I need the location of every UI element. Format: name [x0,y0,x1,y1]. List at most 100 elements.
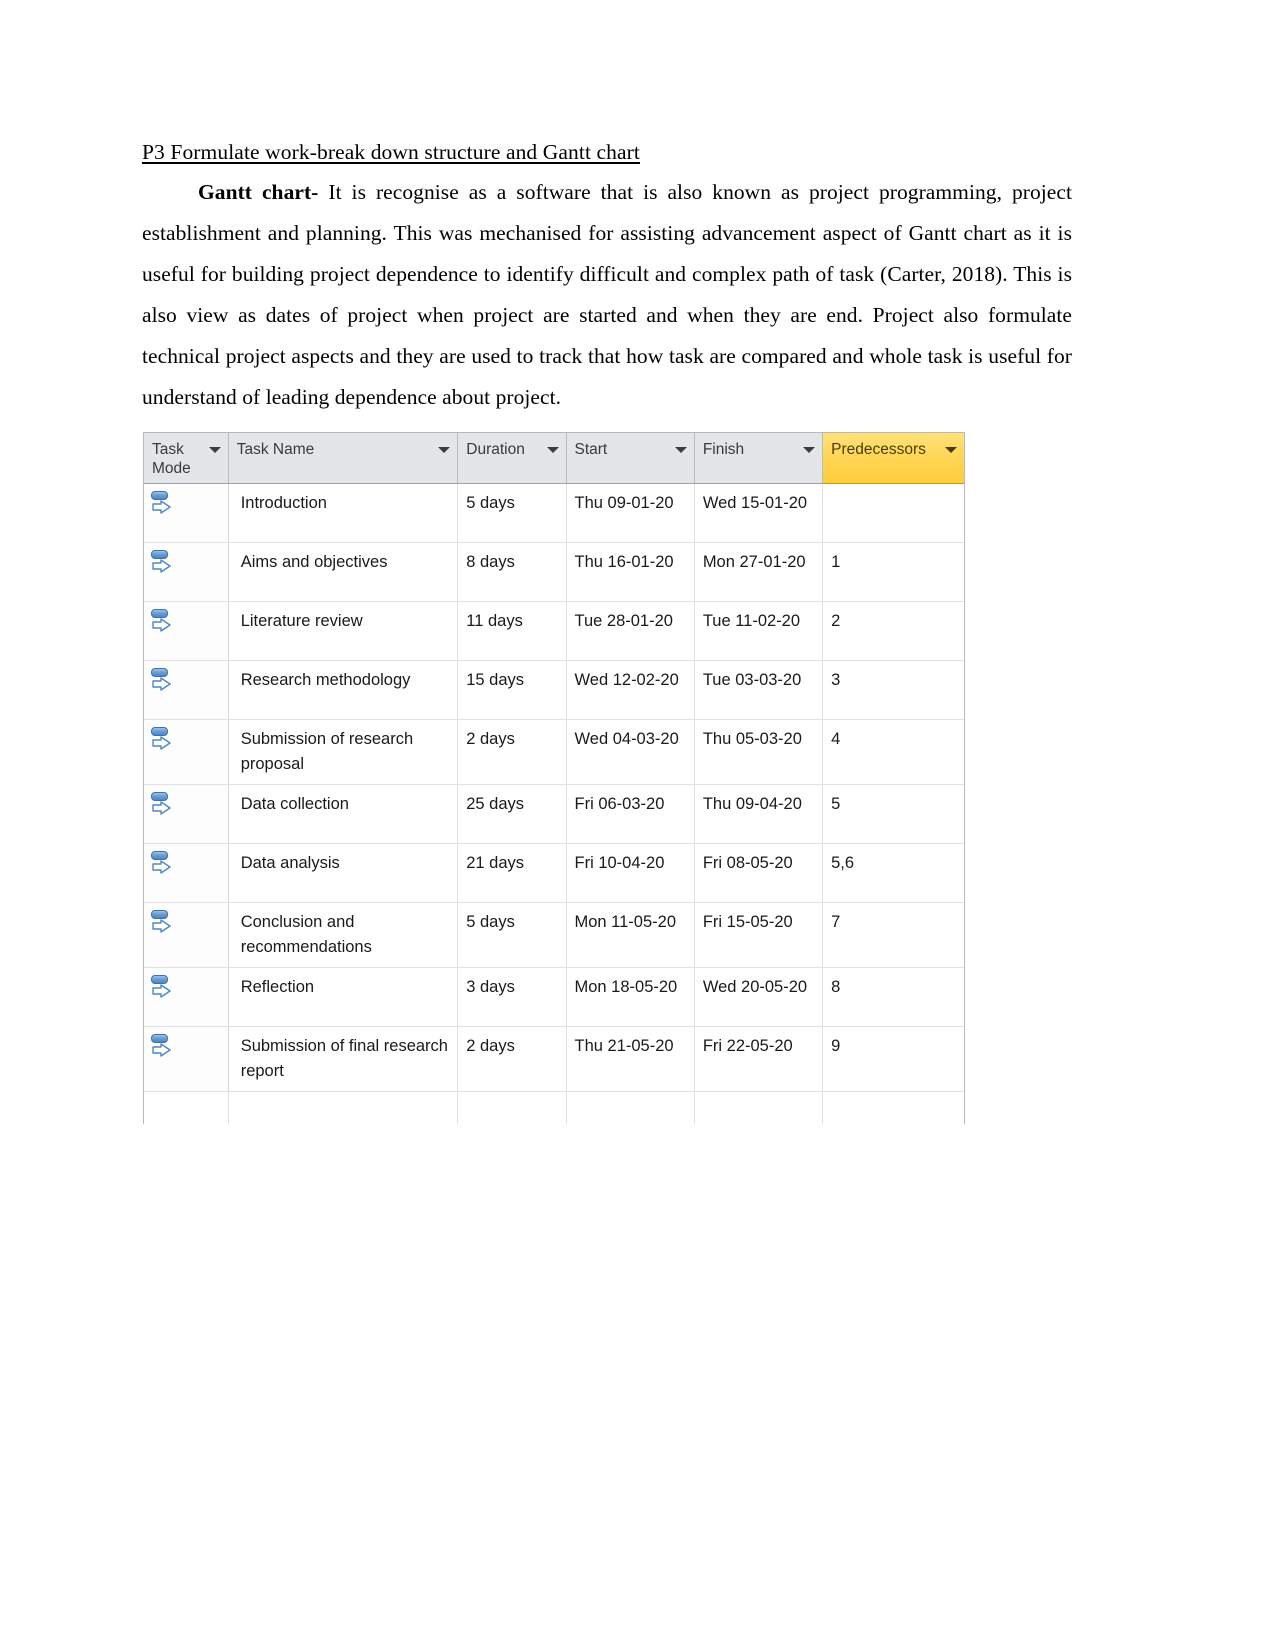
cell-predecessors[interactable]: 3 [822,660,964,720]
cell-finish[interactable]: Wed 15-01-20 [694,483,824,543]
cell-task-mode[interactable] [144,601,229,661]
cell-predecessors[interactable]: 4 [822,719,964,785]
cell-start[interactable]: Fri 10-04-20 [566,843,695,903]
cell-start[interactable]: Fri 06-03-20 [566,784,695,844]
cell-duration[interactable]: 21 days [457,843,567,903]
cell-duration[interactable]: 2 days [457,719,567,785]
cell-start[interactable]: Wed 04-03-20 [566,719,695,785]
auto-scheduled-icon[interactable] [150,490,176,518]
auto-scheduled-icon[interactable] [150,667,176,695]
cell-task-name[interactable]: Research methodology [228,660,459,720]
table-row[interactable]: Data collection 25 days Fri 06-03-20 Thu 09… [144,784,964,844]
cell-task-mode[interactable] [144,967,229,1027]
gantt-task-grid[interactable]: Task Mode Task Name Duration Start Finis… [143,432,965,1124]
column-header-task-mode[interactable]: Task Mode [144,433,229,484]
chevron-down-icon[interactable] [803,447,816,453]
cell-task-mode[interactable] [144,1026,229,1092]
auto-scheduled-icon[interactable] [150,608,176,636]
cell-finish[interactable]: Tue 11-02-20 [694,601,824,661]
cell-task-mode[interactable] [144,542,229,602]
cell-start[interactable]: Tue 28-01-20 [566,601,695,661]
table-row[interactable]: Data analysis 21 days Fri 10-04-20 Fri 08-0… [144,843,964,903]
cell-task-name[interactable]: Conclusion and recommendations [228,902,459,968]
column-header-start[interactable]: Start [566,433,695,484]
cell-task-name[interactable]: Data collection [228,784,459,844]
chevron-down-icon[interactable] [438,447,451,453]
cell-duration[interactable]: 25 days [457,784,567,844]
auto-scheduled-icon[interactable] [150,974,176,1002]
column-header-task-name[interactable]: Task Name [228,433,459,484]
cell-finish[interactable]: Fri 22-05-20 [694,1026,824,1092]
cell-task-name[interactable]: Literature review [228,601,459,661]
auto-scheduled-icon[interactable] [150,791,176,819]
auto-scheduled-icon[interactable] [150,549,176,577]
cell-finish[interactable]: Mon 27-01-20 [694,542,824,602]
chevron-down-icon[interactable] [546,447,559,453]
cell-start[interactable]: Thu 16-01-20 [566,542,695,602]
cell-finish[interactable]: Tue 03-03-20 [694,660,824,720]
cell-start[interactable]: Wed 12-02-20 [566,660,695,720]
column-header-duration[interactable]: Duration [457,433,567,484]
chevron-down-icon[interactable] [674,447,687,453]
cell-task-name[interactable]: Submission of final research report [228,1026,459,1092]
cell-task-mode[interactable] [144,660,229,720]
table-row[interactable]: Introduction 5 days Thu 09-01-20 Wed 15-01-… [144,483,964,543]
cell-duration[interactable]: 3 days [457,967,567,1027]
cell-task-name[interactable]: Submission of research proposal [228,719,459,785]
cell-duration[interactable]: 15 days [457,660,567,720]
cell-duration[interactable]: 11 days [457,601,567,661]
cell-empty[interactable] [457,1091,567,1124]
table-row[interactable]: Conclusion and recommendations 5 days Mon … [144,902,964,968]
cell-task-mode[interactable] [144,843,229,903]
cell-task-name[interactable]: Data analysis [228,843,459,903]
auto-scheduled-icon[interactable] [150,1033,176,1061]
column-header-predecessors[interactable]: Predecessors [822,433,964,484]
cell-finish[interactable]: Fri 15-05-20 [694,902,824,968]
cell-finish[interactable]: Thu 05-03-20 [694,719,824,785]
cell-empty[interactable] [566,1091,695,1124]
cell-empty[interactable] [694,1091,824,1124]
cell-task-mode[interactable] [144,784,229,844]
cell-task-name[interactable]: Reflection [228,967,459,1027]
cell-task-mode[interactable] [144,483,229,543]
cell-start[interactable]: Mon 11-05-20 [566,902,695,968]
column-header-finish[interactable]: Finish [694,433,824,484]
table-row[interactable]: Aims and objectives 8 days Thu 16-01-20 Mon… [144,542,964,602]
table-row[interactable]: Submission of final research report 2 day… [144,1026,964,1092]
chevron-down-icon[interactable] [945,447,957,453]
cell-empty[interactable] [822,1091,964,1124]
cell-duration[interactable]: 8 days [457,542,567,602]
table-row[interactable]: Submission of research proposal 2 days Wed… [144,719,964,785]
auto-scheduled-icon[interactable] [150,909,176,937]
cell-empty[interactable] [228,1091,459,1124]
cell-predecessors[interactable]: 1 [822,542,964,602]
cell-predecessors[interactable]: 9 [822,1026,964,1092]
cell-task-name[interactable]: Introduction [228,483,459,543]
cell-finish[interactable]: Wed 20-05-20 [694,967,824,1027]
table-row[interactable]: Reflection 3 days Mon 18-05-20 Wed 20-05-20… [144,967,964,1027]
cell-predecessors[interactable]: 5 [822,784,964,844]
table-row-empty[interactable] [144,1091,964,1124]
cell-start[interactable]: Mon 18-05-20 [566,967,695,1027]
cell-task-name[interactable]: Aims and objectives [228,542,459,602]
cell-predecessors[interactable]: 5,6 [822,843,964,903]
cell-duration[interactable]: 5 days [457,902,567,968]
cell-start[interactable]: Thu 09-01-20 [566,483,695,543]
cell-start[interactable]: Thu 21-05-20 [566,1026,695,1092]
cell-task-mode[interactable] [144,902,229,968]
cell-finish[interactable]: Fri 08-05-20 [694,843,824,903]
auto-scheduled-icon[interactable] [150,726,176,754]
cell-task-mode[interactable] [144,719,229,785]
chevron-down-icon[interactable] [208,447,221,453]
cell-duration[interactable]: 5 days [457,483,567,543]
auto-scheduled-icon[interactable] [150,850,176,878]
table-row[interactable]: Literature review 11 days Tue 28-01-20 Tue … [144,601,964,661]
cell-duration[interactable]: 2 days [457,1026,567,1092]
table-row[interactable]: Research methodology 15 days Wed 12-02-20 T… [144,660,964,720]
cell-empty[interactable] [144,1091,229,1124]
cell-finish[interactable]: Thu 09-04-20 [694,784,824,844]
cell-predecessors[interactable]: 2 [822,601,964,661]
cell-predecessors[interactable]: 7 [822,902,964,968]
cell-predecessors[interactable]: 8 [822,967,964,1027]
cell-predecessors[interactable] [822,483,964,543]
